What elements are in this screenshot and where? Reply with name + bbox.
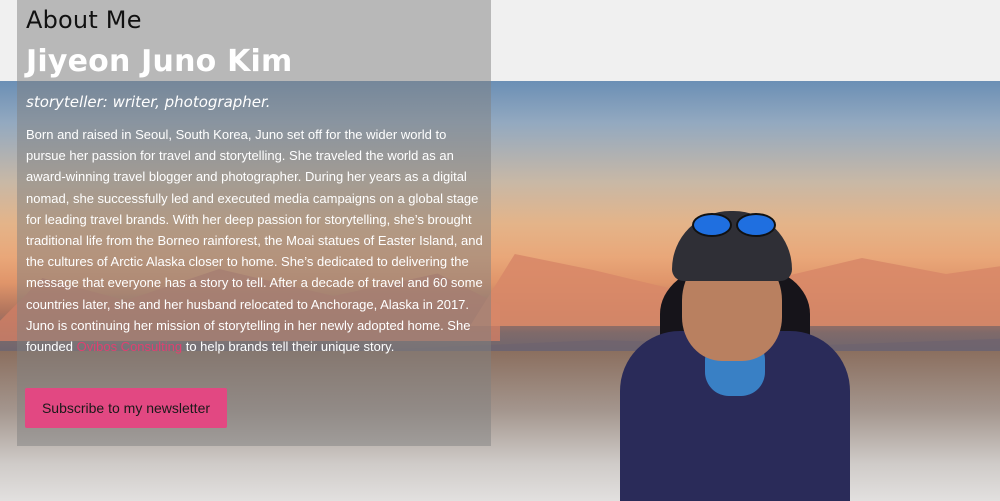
about-heading: About Me bbox=[26, 6, 142, 34]
author-bio: Born and raised in Seoul, South Korea, J… bbox=[26, 124, 486, 357]
author-name: Jiyeon Juno Kim bbox=[26, 44, 293, 79]
bio-text-end: to help brands tell their unique story. bbox=[182, 339, 395, 355]
portrait-figure bbox=[620, 191, 850, 501]
sunglasses-icon bbox=[682, 213, 782, 237]
author-tagline: storyteller: writer, photographer. bbox=[26, 93, 271, 111]
ovibos-consulting-link[interactable]: Ovibos Consulting bbox=[77, 339, 183, 354]
subscribe-newsletter-button[interactable]: Subscribe to my newsletter bbox=[25, 388, 227, 428]
bio-text-start: Born and raised in Seoul, South Korea, J… bbox=[26, 127, 483, 355]
